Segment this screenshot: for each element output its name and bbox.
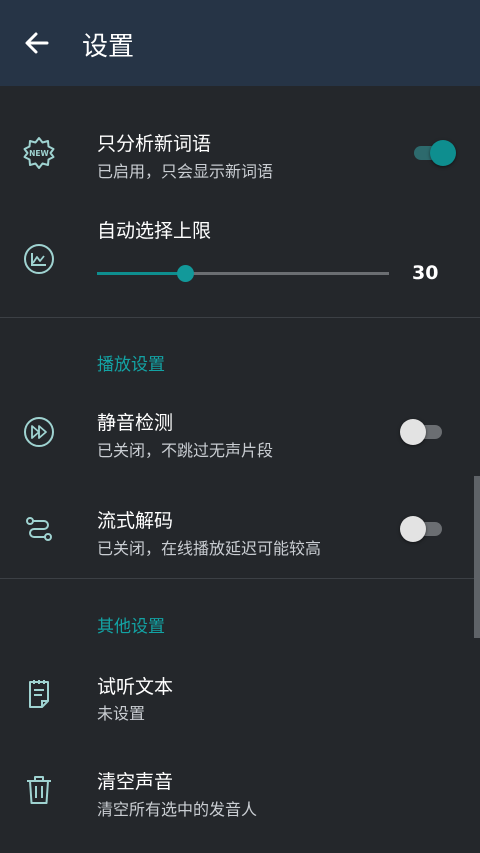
page-title: 设置 — [82, 32, 135, 62]
slider-thumb[interactable] — [176, 265, 194, 282]
setting-sample-text[interactable]: 试听文本 未设置 — [0, 655, 480, 740]
setting-streaming-decode[interactable]: 流式解码 已关闭，在线播放延迟可能较高 — [0, 492, 480, 572]
setting-title: 只分析新词语 — [97, 133, 212, 155]
trash-icon — [22, 773, 56, 807]
scrollbar[interactable] — [474, 476, 480, 638]
notepad-icon — [22, 677, 56, 711]
setting-title: 流式解码 — [97, 510, 174, 532]
app-bar: 设置 — [0, 0, 480, 86]
setting-subtitle: 已启用，只会显示新词语 — [97, 162, 274, 181]
new-words-toggle[interactable] — [412, 138, 456, 168]
streaming-decode-toggle[interactable] — [400, 514, 444, 544]
section-header-playback: 播放设置 — [97, 355, 165, 375]
svg-text:NEW: NEW — [29, 149, 49, 158]
chart-circle-icon — [22, 242, 56, 276]
setting-title: 试听文本 — [97, 676, 174, 698]
setting-new-words[interactable]: NEW 只分析新词语 已启用，只会显示新词语 — [0, 86, 480, 186]
setting-subtitle: 已关闭，不跳过无声片段 — [97, 441, 274, 460]
slider-value: 30 — [412, 262, 439, 284]
arrow-left-icon[interactable] — [22, 28, 52, 58]
route-icon — [22, 512, 56, 546]
setting-subtitle: 清空所有选中的发音人 — [97, 800, 258, 819]
setting-subtitle: 未设置 — [97, 704, 146, 723]
setting-title: 自动选择上限 — [97, 220, 212, 242]
setting-auto-select-limit: 自动选择上限 — [0, 200, 480, 316]
setting-title: 静音检测 — [97, 412, 174, 434]
new-badge-icon: NEW — [22, 136, 56, 170]
silence-detection-toggle[interactable] — [400, 417, 444, 447]
setting-subtitle: 已关闭，在线播放延迟可能较高 — [97, 539, 322, 558]
auto-select-slider[interactable] — [97, 265, 389, 283]
setting-clear-voices[interactable]: 清空声音 清空所有选中的发音人 — [0, 752, 480, 842]
section-header-other: 其他设置 — [97, 617, 165, 637]
divider — [0, 578, 480, 579]
divider — [0, 317, 480, 318]
fast-forward-circle-icon — [22, 415, 56, 449]
setting-title: 清空声音 — [97, 771, 174, 793]
slider-fill — [97, 272, 185, 275]
setting-silence-detection[interactable]: 静音检测 已关闭，不跳过无声片段 — [0, 395, 480, 475]
